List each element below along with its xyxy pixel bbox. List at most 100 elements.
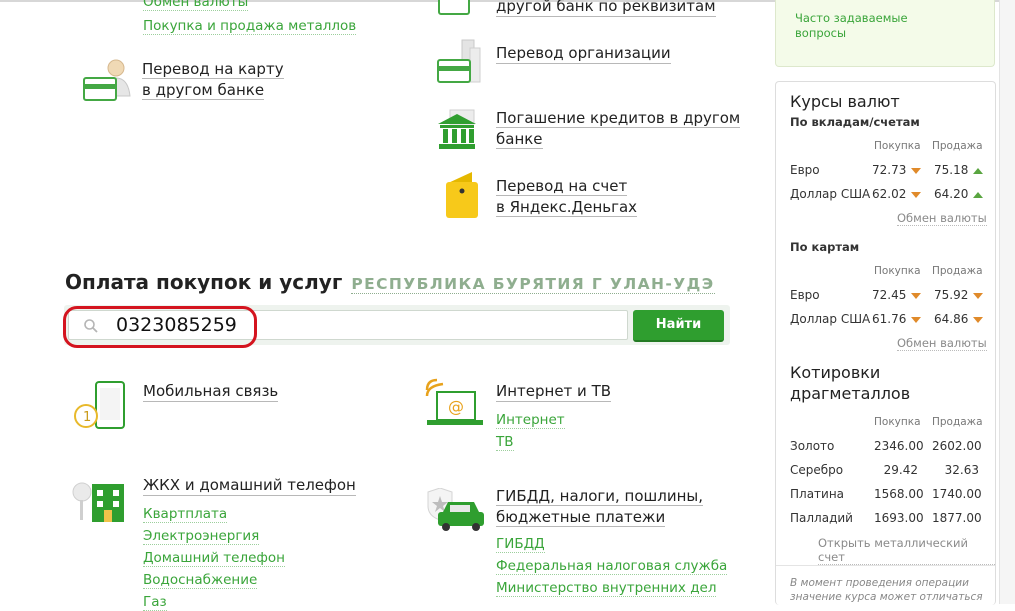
metals-title: Котировки драгметаллов: [790, 362, 910, 404]
card-rates-title: По картам: [790, 240, 860, 254]
tax-service-link[interactable]: Федеральная налоговая служба: [496, 558, 728, 575]
gibdd-line1[interactable]: ГИБДД, налоги, пошлины,: [496, 487, 704, 506]
metal-sell: 32.63: [944, 463, 979, 477]
arrow-down-icon: [973, 292, 984, 299]
find-button[interactable]: Найти: [633, 310, 724, 342]
gibdd-car-icon: [427, 488, 484, 531]
rate-buy-value: 61.76: [872, 312, 907, 326]
electricity-link[interactable]: Электроэнергия: [143, 528, 260, 545]
rate-buy: 62.02: [872, 187, 922, 201]
panel-divider: [776, 565, 995, 566]
metal-name: Платина: [790, 487, 845, 501]
exchange-link-cards[interactable]: Обмен валюты: [897, 336, 987, 351]
metal-sell: 2602.00: [932, 439, 982, 453]
gas-link[interactable]: Газ: [143, 594, 167, 611]
rates-note: В момент проведения операции значение ку…: [790, 576, 983, 604]
card-transfer[interactable]: Перевод на карту в другом банке: [142, 58, 284, 100]
gibdd-link[interactable]: ГИБДД: [496, 536, 545, 553]
rate-sell-value: 64.86: [934, 312, 969, 326]
metal-sell: 1740.00: [932, 487, 982, 501]
rent-link[interactable]: Квартплата: [143, 506, 228, 523]
rate-name: Доллар США: [790, 187, 871, 201]
metal-name: Серебро: [790, 463, 844, 477]
arrow-down-icon: [911, 191, 922, 198]
arrow-down-icon: [911, 292, 922, 299]
rate-buy-value: 72.73: [872, 163, 907, 177]
yandex-transfer-line1[interactable]: Перевод на счет: [496, 177, 628, 196]
rate-buy: 61.76: [872, 312, 922, 326]
scrollbar[interactable]: [999, 0, 1015, 604]
loan-repayment[interactable]: Погашение кредитов в другом банке: [496, 107, 741, 149]
bank-card-icon: [438, 0, 470, 15]
metal-buy: 2346.00: [874, 439, 924, 453]
rate-name: Доллар США: [790, 312, 871, 326]
loan-repayment-line2[interactable]: банке: [496, 130, 543, 149]
metal-buy: 1693.00: [874, 511, 924, 525]
gibdd-category[interactable]: ГИБДД, налоги, пошлины, бюджетные платеж…: [496, 485, 704, 527]
metal-name: Палладий: [790, 511, 853, 525]
arrow-down-icon: [911, 316, 922, 323]
region-selector[interactable]: РЕСПУБЛИКА БУРЯТИЯ Г УЛАН-УДЭ: [351, 275, 715, 294]
tv-link[interactable]: ТВ: [496, 434, 514, 451]
faq-line2: вопросы: [795, 26, 847, 40]
note-line2: значение курса может отличаться: [790, 591, 983, 603]
rate-buy-value: 62.02: [872, 187, 907, 201]
rate-name: Евро: [790, 163, 820, 177]
note-line1: В момент проведения операции: [790, 577, 969, 589]
exchange-link[interactable]: Обмен валюты: [143, 0, 249, 11]
rate-sell-value: 75.92: [934, 288, 969, 302]
rate-buy: 72.73: [872, 163, 922, 177]
yandex-wallet-icon: [446, 172, 478, 218]
card-transfer-line1[interactable]: Перевод на карту: [142, 60, 284, 79]
mobile-phone-icon: 1: [74, 381, 125, 429]
gibdd-line2[interactable]: бюджетные платежи: [496, 508, 666, 527]
open-metal-account-link[interactable]: Открыть металлический счет: [818, 536, 995, 565]
other-bank-transfer[interactable]: другой банк по реквизитам: [496, 0, 716, 17]
svg-text:@: @: [448, 397, 464, 416]
rate-buy: 72.45: [872, 288, 922, 302]
arrow-down-icon: [973, 316, 984, 323]
card-col-buy: Покупка: [874, 265, 921, 277]
rate-sell: 75.92: [934, 288, 984, 302]
internet-tv-category[interactable]: Интернет и ТВ: [496, 381, 612, 402]
mobile-category[interactable]: Мобильная связь: [143, 381, 279, 402]
rate-buy-value: 72.45: [872, 288, 907, 302]
faq-link[interactable]: Часто задаваемые вопросы: [795, 11, 908, 41]
metals-title-line1: Котировки: [790, 363, 881, 382]
bank-building-icon: [438, 109, 476, 149]
internet-tv-icon: @: [425, 378, 483, 425]
rate-name: Евро: [790, 288, 820, 302]
arrow-up-icon: [973, 167, 984, 174]
organization-icon: [437, 39, 481, 83]
rate-sell: 64.86: [934, 312, 984, 326]
loan-repayment-line1[interactable]: Погашение кредитов в другом: [496, 109, 741, 128]
payments-header: Оплата покупок и услуг РЕСПУБЛИКА БУРЯТИ…: [65, 270, 715, 294]
metal-sell: 1877.00: [932, 511, 982, 525]
internet-link[interactable]: Интернет: [496, 412, 565, 429]
housing-icon: [72, 482, 124, 522]
payments-title: Оплата покупок и услуг: [65, 270, 343, 294]
arrow-up-icon: [973, 191, 984, 198]
metal-buy: 1568.00: [874, 487, 924, 501]
yandex-transfer[interactable]: Перевод на счет в Яндекс.Деньгах: [496, 175, 638, 217]
highlight-oval: [63, 306, 257, 348]
card-transfer-line2[interactable]: в другом банке: [142, 81, 265, 100]
faq-box: Часто задаваемые вопросы: [775, 0, 995, 67]
metal-name: Золото: [790, 439, 835, 453]
yandex-transfer-line2[interactable]: в Яндекс.Деньгах: [496, 198, 638, 217]
metals-col-buy: Покупка: [874, 416, 921, 428]
metals-link[interactable]: Покупка и продажа металлов: [143, 18, 357, 35]
metals-title-line2: драгметаллов: [790, 384, 911, 403]
metals-col-sell: Продажа: [932, 416, 983, 428]
metal-buy: 29.42: [883, 463, 918, 477]
deposit-col-buy: Покупка: [874, 140, 921, 152]
faq-line1: Часто задаваемые: [795, 11, 908, 25]
water-link[interactable]: Водоснабжение: [143, 572, 258, 589]
arrow-down-icon: [911, 167, 922, 174]
interior-ministry-link[interactable]: Министерство внутренних дел: [496, 580, 717, 597]
card-col-sell: Продажа: [932, 265, 983, 277]
housing-category[interactable]: ЖКХ и домашний телефон: [143, 475, 356, 496]
exchange-link-deposits[interactable]: Обмен валюты: [897, 211, 987, 226]
home-phone-link[interactable]: Домашний телефон: [143, 550, 286, 567]
organization-transfer[interactable]: Перевод организации: [496, 43, 671, 64]
